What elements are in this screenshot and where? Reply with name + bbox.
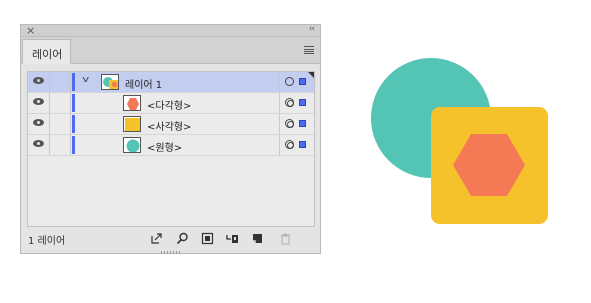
selection-square-icon[interactable]	[299, 99, 306, 106]
resize-grip[interactable]	[161, 251, 181, 254]
close-icon[interactable]: ×	[26, 24, 35, 37]
export-icon[interactable]	[150, 232, 163, 245]
sublayer-icon[interactable]	[226, 232, 239, 245]
square-thumbnail	[123, 116, 141, 132]
collapse-icon[interactable]: ‹‹	[309, 24, 315, 34]
divider	[49, 93, 50, 113]
target-icon[interactable]	[285, 119, 294, 128]
divider	[70, 72, 71, 92]
layer-count: 1 레이어	[28, 236, 66, 247]
clip-mask-icon[interactable]	[201, 232, 214, 245]
divider	[70, 114, 71, 134]
target-icon[interactable]	[285, 77, 294, 86]
selection-square-icon[interactable]	[299, 120, 306, 127]
divider	[49, 72, 50, 92]
layer-color-bar	[72, 73, 75, 91]
divider	[70, 135, 71, 155]
eye-icon[interactable]	[33, 119, 44, 126]
divider	[49, 135, 50, 155]
selection-square-icon[interactable]	[299, 78, 306, 85]
hamburger-menu-icon[interactable]	[304, 46, 314, 54]
hexagon-thumbnail	[123, 95, 141, 111]
layers-panel: × ‹‹ 레이어 v 레이어 1 <다각형> <사각형> <원형> 1 레이어	[20, 24, 321, 254]
divider	[49, 114, 50, 134]
layer-row-layer-1[interactable]: v 레이어 1	[28, 72, 314, 93]
eye-icon[interactable]	[33, 98, 44, 105]
selection-square-icon[interactable]	[299, 141, 306, 148]
new-layer-icon[interactable]	[251, 232, 264, 245]
layer-list: v 레이어 1 <다각형> <사각형> <원형>	[27, 71, 315, 227]
circle-thumbnail	[123, 137, 141, 153]
layer-color-bar	[72, 136, 75, 154]
layer-thumbnail	[101, 74, 119, 90]
panel-titlebar: × ‹‹	[21, 24, 320, 37]
tab-layers[interactable]: 레이어	[22, 39, 71, 64]
divider	[279, 93, 280, 113]
chevron-down-icon[interactable]: v	[82, 75, 89, 85]
panel-statusbar: 1 레이어	[21, 227, 320, 251]
trash-icon[interactable]	[279, 232, 292, 245]
target-icon[interactable]	[285, 140, 294, 149]
divider	[70, 93, 71, 113]
eye-icon[interactable]	[33, 77, 44, 84]
eye-icon[interactable]	[33, 140, 44, 147]
layer-label: 레이어 1	[125, 80, 163, 91]
layer-color-bar	[72, 115, 75, 133]
layer-row-circle[interactable]: <원형>	[28, 135, 314, 156]
tab-row: 레이어	[21, 37, 320, 64]
layer-row-polygon[interactable]: <다각형>	[28, 93, 314, 114]
layer-label: <사각형>	[147, 122, 192, 133]
divider	[279, 72, 280, 92]
layer-color-bar	[72, 94, 75, 112]
divider	[279, 114, 280, 134]
divider	[279, 135, 280, 155]
current-layer-indicator	[308, 72, 314, 78]
artwork-canvas	[360, 50, 560, 240]
target-icon[interactable]	[285, 98, 294, 107]
layer-label: <다각형>	[147, 101, 192, 112]
layer-label: <원형>	[147, 143, 183, 154]
search-icon[interactable]	[176, 232, 189, 245]
layer-row-rectangle[interactable]: <사각형>	[28, 114, 314, 135]
